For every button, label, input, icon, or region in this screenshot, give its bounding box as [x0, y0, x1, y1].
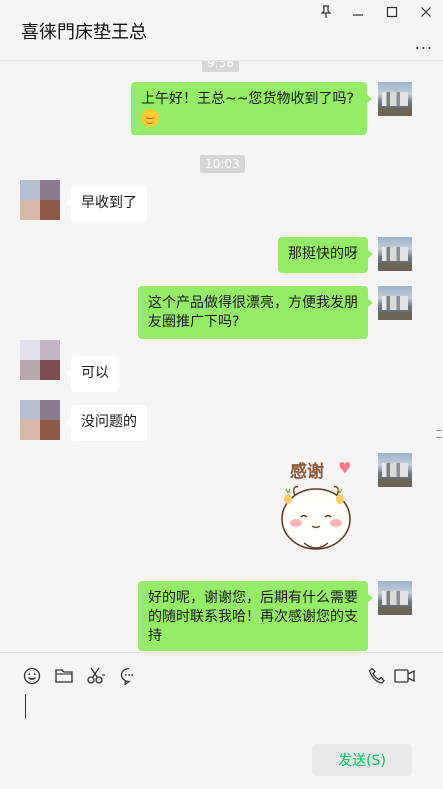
more-options-icon[interactable]: ...	[415, 34, 433, 53]
message-text: 那挺快的呀	[288, 246, 358, 262]
contact-avatar[interactable]	[20, 180, 60, 220]
message-bubble-contact[interactable]: 早收到了	[66, 186, 147, 222]
send-button[interactable]: 发送(S)	[312, 744, 412, 776]
chat-header: 喜徕門床垫王总 ...	[0, 0, 443, 61]
close-icon[interactable]	[418, 4, 434, 20]
message-text: 没问题的	[81, 414, 137, 430]
scissors-icon[interactable]	[86, 665, 108, 687]
bunny-figure-icon	[281, 485, 351, 550]
chat-history-icon[interactable]	[118, 665, 140, 687]
message-text: 上午好！王总~~您货物收到了吗?	[141, 91, 354, 107]
pin-icon[interactable]	[318, 4, 334, 20]
my-avatar[interactable]	[378, 581, 412, 615]
contact-avatar[interactable]	[20, 400, 60, 440]
message-bubble-mine[interactable]: 上午好！王总~~您货物收到了吗?	[131, 82, 372, 135]
message-text: 这个产品做得很漂亮，方便我发朋友圈推广下吗?	[148, 295, 358, 330]
message-text: 可以	[81, 365, 109, 381]
smile-emoji-icon	[141, 109, 159, 127]
my-avatar[interactable]	[378, 82, 412, 116]
message-bubble-mine[interactable]: 好的呢，谢谢您，后期有什么需要的随时联系我哈！再次感谢您的支持	[138, 581, 373, 651]
sticker-caption: 感谢	[290, 462, 324, 482]
message-bubble-contact[interactable]: 没问题的	[66, 405, 147, 441]
scrollbar-mark[interactable]	[436, 437, 442, 438]
my-avatar[interactable]	[378, 286, 412, 320]
phone-icon[interactable]	[366, 665, 388, 687]
message-input-caret[interactable]	[25, 694, 26, 718]
timestamp: 10:03	[200, 155, 245, 173]
timestamp: 9:58	[202, 61, 239, 72]
my-avatar[interactable]	[378, 237, 412, 271]
message-text: 早收到了	[81, 195, 137, 211]
message-bubble-mine[interactable]: 那挺快的呀	[278, 237, 373, 273]
message-bubble-contact[interactable]: 可以	[66, 356, 119, 392]
video-icon[interactable]	[394, 665, 416, 687]
maximize-icon[interactable]	[384, 4, 400, 20]
my-avatar[interactable]	[378, 453, 412, 487]
thanks-sticker[interactable]: 感谢 ♥	[274, 453, 364, 563]
contact-avatar[interactable]	[20, 340, 60, 380]
scrollbar-mark[interactable]	[436, 430, 442, 431]
message-bubble-mine[interactable]: 这个产品做得很漂亮，方便我发朋友圈推广下吗?	[138, 286, 373, 339]
heart-icon: ♥	[338, 459, 352, 477]
message-text: 好的呢，谢谢您，后期有什么需要的随时联系我哈！再次感谢您的支持	[148, 590, 358, 644]
chat-message-area[interactable]: 9:58 上午好！王总~~您货物收到了吗? 10:03 早收到了 那挺快的呀 这…	[0, 61, 443, 652]
minimize-icon[interactable]	[350, 4, 366, 20]
compose-area[interactable]: 发送(S)	[0, 652, 443, 789]
emoji-icon[interactable]	[21, 665, 43, 687]
folder-icon[interactable]	[53, 665, 75, 687]
chat-title: 喜徕門床垫王总	[21, 22, 147, 43]
